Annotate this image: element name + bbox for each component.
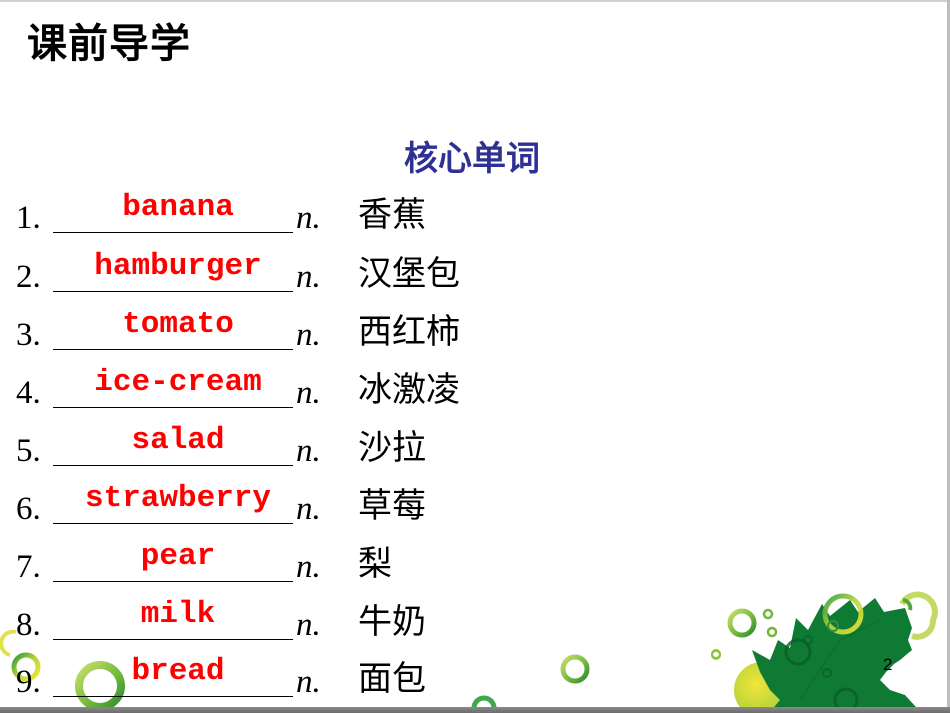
item-number: 2. [16, 259, 41, 295]
vocab-row: 4. ice-cream n. 冰激凌 [0, 367, 520, 423]
item-number: 5. [16, 433, 41, 469]
answer-blank-line [53, 232, 293, 233]
answer-blank-line [53, 523, 293, 524]
chinese-meaning: 冰激凌 [358, 370, 460, 410]
part-of-speech: n. [296, 549, 321, 585]
answer-blank-line [53, 696, 293, 697]
answer-blank-line [53, 581, 293, 582]
answer-word: strawberry [84, 481, 272, 516]
answer-word: tomato [122, 307, 234, 342]
answer-word: bread [131, 654, 225, 689]
part-of-speech: n. [296, 607, 321, 643]
chinese-meaning: 沙拉 [358, 428, 426, 468]
chinese-meaning: 西红柿 [358, 312, 460, 352]
chinese-meaning: 香蕉 [358, 195, 426, 235]
answer-word: pear [140, 539, 216, 574]
vocab-row: 7. pear n. 梨 [0, 541, 520, 597]
part-of-speech: n. [296, 375, 321, 411]
answer-word: ice-cream [94, 365, 262, 400]
answer-word: milk [140, 597, 216, 632]
part-of-speech: n. [296, 491, 321, 527]
vocab-row: 8. milk n. 牛奶 [0, 599, 520, 655]
item-number: 7. [16, 549, 41, 585]
part-of-speech: n. [296, 259, 321, 295]
page-number: 2 [883, 655, 893, 674]
chinese-meaning: 梨 [358, 544, 392, 584]
part-of-speech: n. [296, 664, 321, 700]
answer-blank-line [53, 291, 293, 292]
slide-bottom-border [0, 707, 950, 713]
answer-word: hamburger [94, 249, 262, 284]
vocab-row: 3. tomato n. 西红柿 [0, 309, 520, 365]
answer-blank-line [53, 465, 293, 466]
vocab-row: 6. strawberry n. 草莓 [0, 483, 520, 539]
chinese-meaning: 牛奶 [358, 602, 426, 642]
chinese-meaning: 草莓 [358, 486, 426, 526]
vocab-row: 5. salad n. 沙拉 [0, 425, 520, 481]
item-number: 3. [16, 317, 41, 353]
item-number: 1. [16, 200, 41, 236]
answer-word: salad [131, 423, 225, 458]
item-number: 4. [16, 375, 41, 411]
vocab-row: 1. banana n. 香蕉 [0, 192, 520, 248]
item-number: 9. [16, 664, 41, 700]
vocab-row: 9. bread n. 面包 [0, 656, 520, 712]
answer-blank-line [53, 349, 293, 350]
part-of-speech: n. [296, 433, 321, 469]
part-of-speech: n. [296, 200, 321, 236]
answer-blank-line [53, 639, 293, 640]
chinese-meaning: 汉堡包 [358, 254, 460, 294]
answer-blank-line [53, 407, 293, 408]
item-number: 6. [16, 491, 41, 527]
answer-word: banana [122, 190, 234, 225]
item-number: 8. [16, 607, 41, 643]
part-of-speech: n. [296, 317, 321, 353]
ring-decoration-right [711, 608, 778, 659]
slide: 课前导学 核心单词 1. banana n. 香蕉 2. hamburger n… [0, 0, 950, 713]
vocab-row: 2. hamburger n. 汉堡包 [0, 251, 520, 307]
chinese-meaning: 面包 [358, 659, 426, 699]
